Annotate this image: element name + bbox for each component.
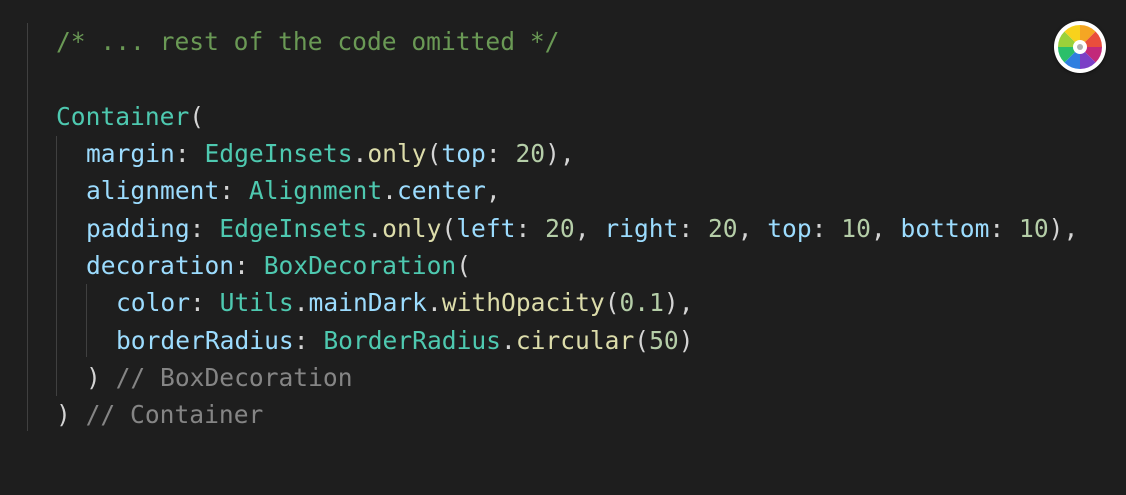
- code-token: BoxDecoration: [263, 251, 457, 280]
- code-token: (: [634, 326, 650, 355]
- code-token: 20: [515, 139, 546, 168]
- code-token: bottom: [900, 214, 990, 243]
- code-token: ),: [663, 288, 694, 317]
- code-token: Utils: [219, 288, 294, 317]
- code-token: (: [456, 251, 472, 280]
- code-token: mainDark: [308, 288, 427, 317]
- code-token: only: [367, 139, 427, 168]
- indent-guide: [56, 136, 57, 396]
- code-token: :: [219, 176, 249, 205]
- code-token: circular: [515, 326, 635, 355]
- code-token: withOpacity: [441, 288, 605, 317]
- code-token: :: [515, 214, 546, 243]
- code-token: .: [352, 139, 368, 168]
- indent-guide: [86, 284, 87, 357]
- code-token: alignment: [86, 176, 220, 205]
- code-token: right: [604, 214, 679, 243]
- code-token: EdgeInsets: [219, 214, 368, 243]
- code-token: margin: [86, 139, 175, 168]
- code-token: :: [811, 214, 842, 243]
- code-line: color: Utils.mainDark.withOpacity(0.1),: [116, 284, 694, 321]
- code-token: ): [86, 363, 116, 392]
- color-wheel-graphic: [1058, 25, 1102, 69]
- code-token: only: [382, 214, 442, 243]
- code-token: ): [56, 400, 86, 429]
- code-token: 0.1: [619, 288, 664, 317]
- code-token: :: [234, 251, 264, 280]
- code-token: .: [367, 214, 383, 243]
- code-token: left: [456, 214, 516, 243]
- code-token: // Container: [85, 400, 264, 429]
- code-token: :: [174, 139, 205, 168]
- color-wheel-icon[interactable]: [1054, 21, 1106, 73]
- code-line: decoration: BoxDecoration(: [86, 247, 471, 284]
- code-token: decoration: [86, 251, 235, 280]
- code-token: (: [441, 214, 457, 243]
- code-line: padding: EdgeInsets.only(left: 20, right…: [86, 210, 1078, 247]
- code-token: .: [293, 288, 309, 317]
- code-token: .: [382, 176, 397, 205]
- code-token: (: [426, 139, 442, 168]
- code-line: ) // BoxDecoration: [86, 359, 353, 396]
- code-token: ),: [1048, 214, 1079, 243]
- code-token: Alignment: [248, 176, 383, 205]
- code-token: borderRadius: [116, 326, 294, 355]
- code-token: /* ... rest of the code omitted */: [56, 27, 560, 56]
- code-token: Container: [56, 102, 190, 131]
- code-token: // BoxDecoration: [115, 363, 353, 392]
- code-token: :: [485, 139, 516, 168]
- code-token: ,: [485, 176, 501, 205]
- code-token: ): [678, 326, 694, 355]
- code-token: color: [116, 288, 191, 317]
- code-token: (: [189, 102, 205, 131]
- code-token: .: [427, 288, 442, 317]
- code-token: ),: [545, 139, 575, 168]
- code-token: 10: [1019, 214, 1049, 243]
- code-token: ,: [870, 214, 901, 243]
- code-token: 50: [649, 326, 679, 355]
- wheel-center-dot: [1077, 44, 1083, 50]
- code-line: alignment: Alignment.center,: [86, 172, 501, 209]
- code-token: 20: [545, 214, 575, 243]
- code-token: ,: [574, 214, 605, 243]
- indent-guide: [27, 23, 28, 431]
- code-token: padding: [86, 214, 190, 243]
- code-token: .: [501, 326, 516, 355]
- code-token: :: [190, 288, 220, 317]
- code-line: /* ... rest of the code omitted */: [56, 23, 559, 60]
- code-line: ) // Container: [56, 396, 263, 433]
- code-token: 20: [708, 214, 738, 243]
- code-token: :: [989, 214, 1020, 243]
- code-token: EdgeInsets: [204, 139, 353, 168]
- code-editor[interactable]: /* ... rest of the code omitted */ Conta…: [0, 0, 1126, 495]
- code-token: ,: [737, 214, 768, 243]
- code-line: margin: EdgeInsets.only(top: 20),: [86, 135, 575, 172]
- code-line: Container(: [56, 98, 204, 135]
- code-token: top: [441, 139, 486, 168]
- code-token: top: [767, 214, 812, 243]
- code-token: 10: [841, 214, 871, 243]
- code-token: BorderRadius: [323, 326, 501, 355]
- code-token: center: [396, 176, 486, 205]
- code-line: borderRadius: BorderRadius.circular(50): [116, 322, 694, 359]
- code-token: (: [604, 288, 620, 317]
- code-token: :: [189, 214, 220, 243]
- code-token: :: [293, 326, 324, 355]
- code-token: :: [678, 214, 708, 243]
